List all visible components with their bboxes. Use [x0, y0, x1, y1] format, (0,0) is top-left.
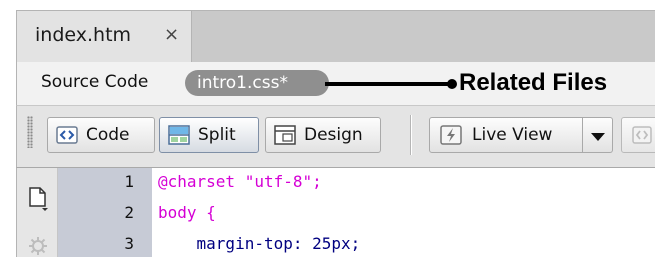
live-view-options-dropdown[interactable] [583, 117, 613, 153]
code-view-label: Code [86, 125, 130, 145]
line-number: 3 [124, 234, 134, 253]
code-line[interactable]: body { [158, 203, 216, 222]
tab-label: index.htm [35, 24, 132, 46]
coding-toolbar [16, 168, 58, 257]
code-view-icon [56, 126, 78, 144]
tab-bar-background [192, 10, 655, 62]
split-view-icon [168, 125, 190, 145]
line-number: 2 [124, 203, 134, 222]
split-view-button[interactable]: Split [159, 117, 259, 153]
line-number-gutter: 1 2 3 [58, 168, 152, 257]
live-view-button[interactable]: Live View [429, 117, 583, 153]
toolbar-grip-handle[interactable] [27, 116, 33, 148]
close-icon[interactable]: × [164, 24, 179, 45]
gear-icon[interactable] [28, 236, 48, 256]
related-files-callout: Related Files [459, 69, 608, 96]
live-code-icon [632, 126, 652, 144]
live-code-button[interactable] [621, 117, 655, 153]
design-view-button[interactable]: Design [265, 117, 381, 153]
document-toolbar: Code Split Design Live View [16, 106, 655, 168]
related-files-bar: Source Code intro1.css* Related Files [16, 62, 655, 106]
code-line[interactable]: margin-top: 25px; [158, 234, 361, 253]
source-code-link[interactable]: Source Code [41, 72, 148, 92]
live-view-label: Live View [472, 125, 553, 145]
live-view-icon [440, 125, 462, 145]
code-view-button[interactable]: Code [47, 117, 155, 153]
callout-dot [447, 79, 457, 89]
split-view-label: Split [198, 125, 236, 145]
line-number: 1 [124, 172, 134, 191]
document-tab-bar: index.htm × [0, 0, 655, 62]
code-editor[interactable]: @charset "utf-8"; body { margin-top: 25p… [152, 168, 655, 257]
toolbar-separator [410, 115, 412, 155]
design-view-icon [274, 125, 296, 145]
design-view-label: Design [304, 125, 363, 145]
tab-index-htm[interactable]: index.htm × [16, 10, 192, 62]
document-icon[interactable] [27, 186, 49, 212]
callout-line [325, 82, 455, 86]
chevron-down-icon [591, 133, 605, 141]
code-line[interactable]: @charset "utf-8"; [158, 172, 322, 191]
related-file-intro1-css[interactable]: intro1.css* [185, 70, 329, 96]
